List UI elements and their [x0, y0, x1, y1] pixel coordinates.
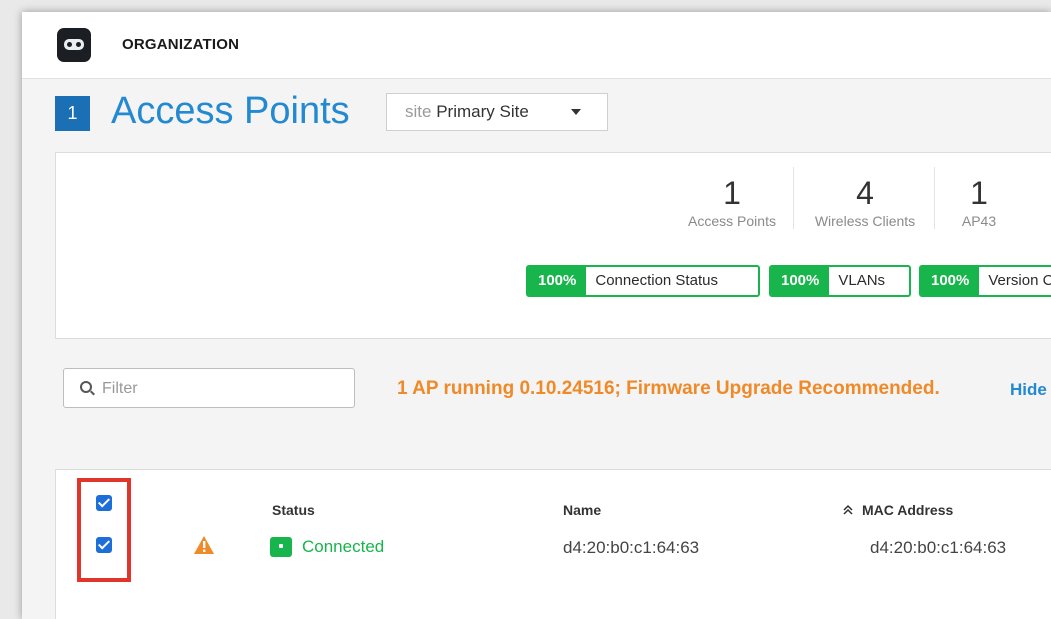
checkbox-highlight-box [77, 478, 131, 582]
page-title: Access Points [111, 90, 350, 132]
stat-value: 1 [970, 175, 988, 211]
health-version-compliance[interactable]: 100% Version Compliance [919, 265, 1051, 297]
stat-label: AP43 [961, 213, 997, 229]
site-dropdown[interactable]: site Primary Site [386, 93, 608, 131]
filter-box [63, 368, 355, 408]
row-name-cell[interactable]: d4:20:b0:c1:64:63 [563, 538, 699, 558]
health-percent: 100% [771, 267, 830, 295]
warning-icon[interactable] [193, 535, 215, 555]
stat-label: Access Points [688, 213, 776, 229]
search-icon [80, 381, 92, 393]
health-percent: 100% [528, 267, 587, 295]
stat-divider [793, 167, 794, 229]
row-mac-cell: d4:20:b0:c1:64:63 [870, 538, 1007, 557]
app-window: ORGANIZATION 1 Access Points site Primar… [22, 12, 1051, 619]
stat-access-points[interactable]: 1 Access Points [674, 175, 790, 229]
column-header-name[interactable]: Name [563, 502, 601, 518]
ap-count-badge: 1 [55, 96, 90, 131]
health-vlans[interactable]: 100% VLANs [769, 265, 911, 297]
stat-divider [934, 167, 935, 229]
stats-panel: 1 Access Points 4 Wireless Clients 1 AP4… [55, 152, 1051, 339]
stat-value: 1 [723, 175, 741, 211]
health-label: VLANs [838, 272, 886, 289]
stat-wireless-clients[interactable]: 4 Wireless Clients [798, 175, 932, 229]
filter-input[interactable] [100, 376, 344, 402]
connected-status-icon [270, 537, 292, 557]
logo-icon[interactable] [57, 28, 91, 62]
stat-label: Wireless Clients [814, 213, 916, 229]
top-bar: ORGANIZATION [22, 12, 1051, 79]
health-label: Version Compliance [988, 272, 1051, 289]
column-header-mac-address[interactable]: MAC Address [862, 502, 953, 518]
site-dropdown-value: Primary Site [436, 102, 529, 121]
health-label: Connection Status [595, 272, 718, 289]
site-dropdown-prefix: site [405, 102, 432, 121]
organization-label[interactable]: ORGANIZATION [122, 36, 239, 53]
chevron-down-icon [571, 109, 581, 115]
firmware-upgrade-message: 1 AP running 0.10.24516; Firmware Upgrad… [397, 378, 940, 399]
stat-value: 4 [856, 175, 874, 211]
row-status-cell: Connected [302, 537, 385, 556]
health-percent: 100% [921, 267, 980, 295]
hide-link[interactable]: Hide [1010, 380, 1047, 400]
column-header-status[interactable]: Status [272, 502, 315, 518]
sort-ascending-icon[interactable] [842, 504, 854, 516]
stat-ap43[interactable]: 1 AP43 [944, 175, 1014, 229]
health-connection-status[interactable]: 100% Connection Status [526, 265, 760, 297]
